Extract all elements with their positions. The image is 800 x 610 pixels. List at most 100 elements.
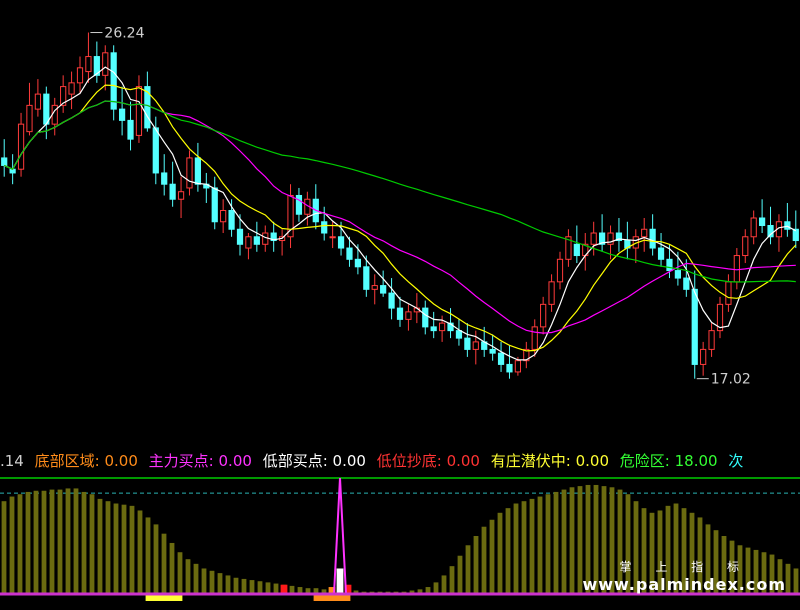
indicator-bar: [121, 504, 127, 594]
candle: [388, 278, 395, 320]
candle: [657, 233, 665, 267]
indicator-bar: [57, 489, 63, 594]
candle-body: [396, 307, 404, 320]
candle: [161, 154, 168, 196]
candle: [405, 304, 412, 331]
indicator-bar: [497, 512, 503, 594]
candle: [17, 112, 25, 177]
indicator-bar: [441, 575, 447, 594]
candle-body: [649, 228, 656, 249]
candle-body: [26, 104, 33, 133]
candle: [127, 101, 134, 151]
candle-body: [43, 93, 50, 125]
indicator-bar: [97, 498, 103, 594]
candle-body: [34, 93, 42, 110]
indicator-bar: [217, 573, 223, 594]
candle: [278, 229, 286, 256]
ma60-line: [3, 100, 796, 283]
candle: [615, 218, 623, 252]
candle: [733, 248, 740, 290]
candle: [60, 75, 67, 113]
candle-body: [422, 307, 429, 328]
candle: [641, 218, 648, 252]
candle-body: [236, 228, 244, 245]
candle: [304, 191, 311, 226]
candle: [177, 176, 185, 218]
indicator-bar: [185, 559, 191, 594]
candle: [169, 161, 176, 207]
candle-body: [506, 363, 513, 373]
candle-body: [430, 326, 437, 332]
indicator-bar: [201, 568, 207, 594]
candle: [683, 259, 690, 297]
indicator-bar: [209, 570, 215, 594]
candle-body: [152, 127, 159, 174]
indicator-bar: [177, 552, 183, 594]
candle-body: [177, 191, 185, 200]
candle: [295, 187, 303, 222]
candle-body: [784, 221, 791, 230]
candle: [590, 221, 597, 256]
candle: [430, 311, 437, 339]
indicator-bar: [89, 494, 95, 594]
candle: [194, 142, 202, 192]
candle-body: [388, 292, 395, 309]
indicator-bar: [521, 501, 527, 594]
indicator-bar: [169, 542, 175, 594]
indicator-bar: [1, 501, 7, 594]
indicator-bar: [153, 524, 159, 594]
candle-body: [380, 285, 387, 294]
candle-body: [792, 228, 799, 242]
candle-body: [228, 209, 235, 230]
candle: [26, 82, 33, 136]
candle: [76, 56, 84, 95]
candle-body: [102, 52, 109, 76]
candle: [784, 202, 791, 237]
legend-cut-label: .14: [0, 452, 24, 470]
low-annotation: 17.02: [696, 372, 751, 388]
indicator-bar: [273, 583, 279, 594]
annotation-label: 26.24: [104, 26, 144, 42]
candle-body: [135, 86, 143, 136]
candle-body: [194, 157, 202, 185]
candle: [228, 199, 235, 237]
indicator-bar: [465, 545, 471, 594]
indicator-bar: [481, 526, 487, 594]
candle-body: [371, 285, 378, 290]
candle: [464, 323, 471, 357]
candle: [135, 75, 143, 143]
candle: [34, 79, 42, 117]
indicator-bar: [73, 488, 79, 594]
candle-body: [85, 56, 92, 73]
candlestick-chart: 26.24 17.02: [1, 26, 799, 388]
zone-strip: [313, 595, 351, 601]
candle: [422, 300, 429, 335]
signal-marker: [336, 568, 344, 594]
candle-body: [144, 86, 151, 129]
candle: [220, 199, 227, 234]
candle-body: [110, 52, 117, 110]
candle-body: [262, 232, 269, 245]
candle: [110, 45, 117, 121]
watermark: 掌 上 指 标 www.palmindex.com: [582, 558, 786, 594]
candle-body: [725, 281, 732, 305]
candle: [506, 345, 513, 379]
candle: [396, 296, 404, 327]
candle: [51, 97, 58, 136]
legend-main-buy: 主力买点: 0.00: [148, 452, 252, 470]
indicator-bar: [225, 575, 231, 594]
candle: [262, 225, 269, 252]
watermark-url: www.palmindex.com: [582, 575, 786, 594]
indicator-bar: [233, 577, 239, 594]
legend-bottom-zone: 底部区域: 0.00: [34, 452, 138, 470]
candle: [767, 206, 774, 245]
watermark-title: 掌 上 指 标: [619, 560, 749, 574]
indicator-bar: [505, 508, 511, 594]
candle-body: [657, 247, 665, 260]
candle-body: [438, 322, 446, 332]
candle: [1, 139, 8, 177]
candle: [700, 341, 707, 376]
candle: [742, 229, 749, 264]
indicator-bar: [9, 496, 15, 594]
candle-body: [220, 209, 227, 223]
